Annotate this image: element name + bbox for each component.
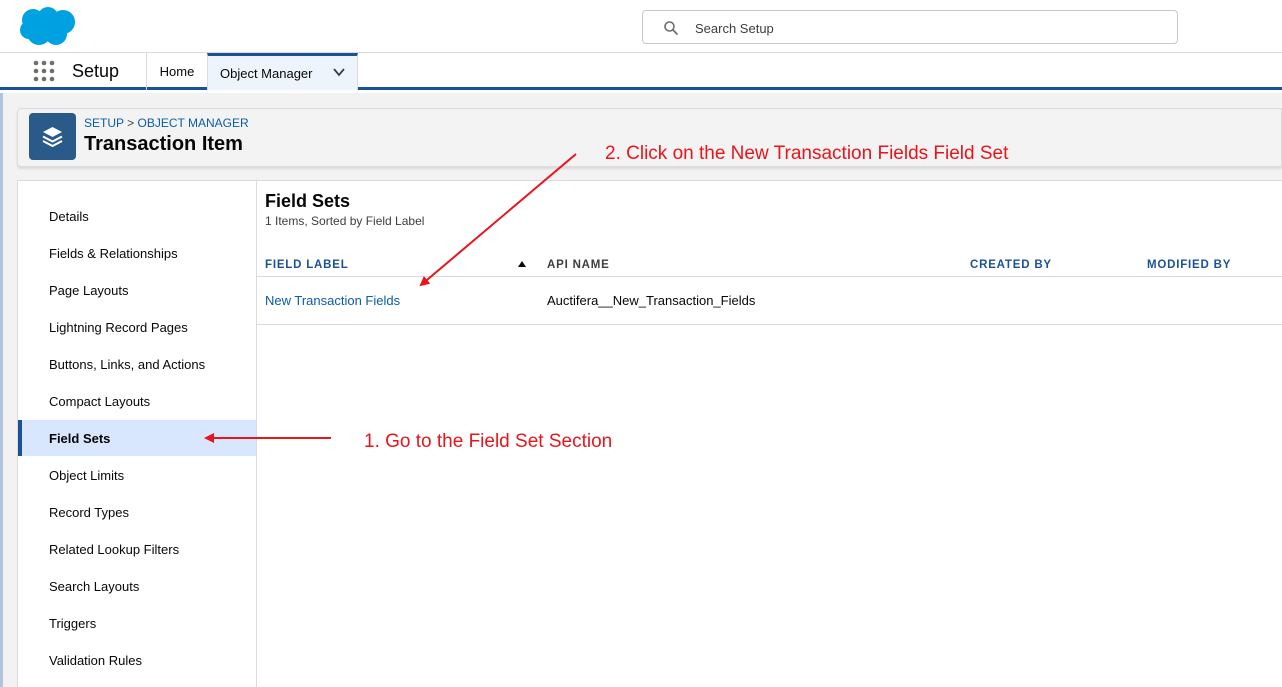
tab-object-manager-label: Object Manager — [220, 65, 313, 81]
tab-object-manager[interactable]: Object Manager — [207, 53, 358, 90]
sidebar-item-compact-layouts[interactable]: Compact Layouts — [18, 383, 256, 419]
sidebar-item-page-layouts[interactable]: Page Layouts — [18, 272, 256, 308]
column-header-modified-by[interactable]: MODIFIED BY — [1147, 259, 1231, 271]
sidebar-item-details[interactable]: Details — [18, 198, 256, 234]
sidebar-item-validation-rules[interactable]: Validation Rules — [18, 642, 256, 678]
table-header: FIELD LABEL API NAME CREATED BY MODIFIED… — [257, 251, 1282, 277]
sort-ascending-icon[interactable] — [517, 260, 527, 268]
annotation-step-1: 1. Go to the Field Set Section — [364, 431, 613, 452]
nav-bar: Setup Home Object Manager — [0, 53, 1282, 90]
column-header-api-name[interactable]: API NAME — [547, 259, 610, 271]
sidebar-item-object-limits[interactable]: Object Limits — [18, 457, 256, 493]
search-icon — [664, 21, 678, 35]
breadcrumb-separator: > — [127, 116, 135, 130]
api-name-cell: Auctifera__New_Transaction_Fields — [547, 293, 756, 308]
app-launcher-icon[interactable] — [33, 60, 55, 82]
layers-icon — [42, 127, 63, 147]
sidebar-item-triggers[interactable]: Triggers — [18, 605, 256, 641]
sidebar: Details Fields & Relationships Page Layo… — [17, 180, 257, 687]
column-header-created-by[interactable]: CREATED BY — [970, 259, 1052, 271]
sidebar-item-fields-relationships[interactable]: Fields & Relationships — [18, 235, 256, 271]
sidebar-item-search-layouts[interactable]: Search Layouts — [18, 568, 256, 604]
sidebar-item-record-types[interactable]: Record Types — [18, 494, 256, 530]
sidebar-item-lightning-record-pages[interactable]: Lightning Record Pages — [18, 309, 256, 345]
annotation-step-2: 2. Click on the New Transaction Fields F… — [605, 143, 1009, 164]
section-title: Field Sets — [265, 191, 351, 211]
section-subtitle: 1 Items, Sorted by Field Label — [265, 214, 425, 228]
global-header — [0, 0, 1282, 53]
sidebar-item-related-lookup-filters[interactable]: Related Lookup Filters — [18, 531, 256, 567]
tab-home[interactable]: Home — [147, 53, 207, 90]
sidebar-item-buttons-links-actions[interactable]: Buttons, Links, and Actions — [18, 346, 256, 382]
sidebar-item-field-sets[interactable]: Field Sets — [18, 420, 256, 456]
search-box[interactable] — [642, 10, 1178, 44]
page-title: Transaction Item — [84, 133, 243, 155]
search-input[interactable] — [695, 18, 1155, 38]
breadcrumb-setup-link[interactable]: SETUP — [84, 116, 124, 130]
table-row: New Transaction Fields Auctifera__New_Tr… — [257, 277, 1282, 325]
column-header-field-label[interactable]: FIELD LABEL — [265, 259, 349, 271]
breadcrumb-object-manager-link[interactable]: OBJECT MANAGER — [138, 116, 249, 130]
salesforce-logo-icon[interactable] — [19, 6, 79, 48]
app-name: Setup — [72, 61, 120, 81]
field-set-link[interactable]: New Transaction Fields — [265, 293, 400, 308]
breadcrumb: SETUP > OBJECT MANAGER — [84, 116, 249, 130]
object-icon — [29, 113, 76, 160]
chevron-down-icon[interactable] — [332, 65, 346, 79]
